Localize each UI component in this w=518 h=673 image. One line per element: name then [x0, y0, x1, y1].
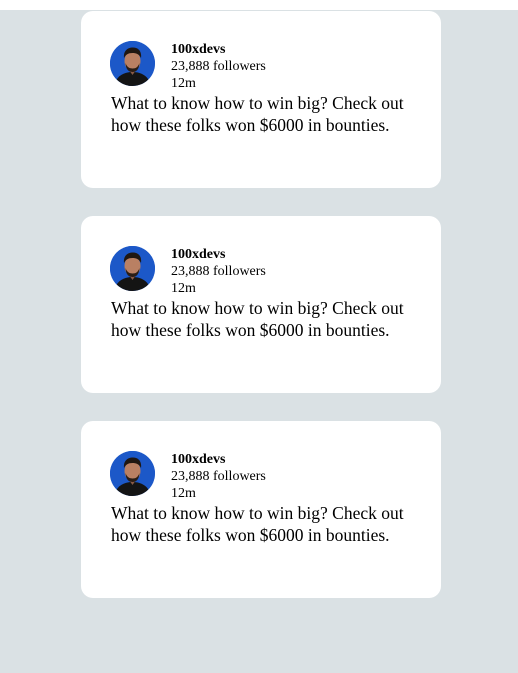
post-text: What to know how to win big? Check out h… — [111, 503, 404, 545]
author-name[interactable]: 100xdevs — [171, 41, 266, 58]
post-feed: 100xdevs 23,888 followers 12m What to kn… — [0, 0, 518, 673]
avatar-image — [110, 246, 155, 291]
avatar-image — [110, 41, 155, 86]
follower-count: 23,888 followers — [171, 469, 266, 484]
post-text: What to know how to win big? Check out h… — [111, 93, 404, 135]
avatar[interactable] — [110, 451, 155, 496]
post-card[interactable]: 100xdevs 23,888 followers 12m What to kn… — [81, 421, 441, 598]
author-name[interactable]: 100xdevs — [171, 451, 266, 468]
avatar[interactable] — [110, 41, 155, 86]
post-card[interactable]: 100xdevs 23,888 followers 12m What to kn… — [81, 11, 441, 188]
author-name[interactable]: 100xdevs — [171, 246, 266, 263]
follower-count: 23,888 followers — [171, 59, 266, 74]
avatar[interactable] — [110, 246, 155, 291]
post-meta: 100xdevs 23,888 followers 12m — [171, 41, 266, 92]
post-time: 12m — [171, 76, 196, 91]
post-meta: 100xdevs 23,888 followers 12m — [171, 246, 266, 297]
post-time: 12m — [171, 281, 196, 296]
post-time: 12m — [171, 486, 196, 501]
post-text: What to know how to win big? Check out h… — [111, 298, 404, 340]
follower-count: 23,888 followers — [171, 264, 266, 279]
post-card[interactable]: 100xdevs 23,888 followers 12m What to kn… — [81, 216, 441, 393]
avatar-image — [110, 451, 155, 496]
post-meta: 100xdevs 23,888 followers 12m — [171, 451, 266, 502]
